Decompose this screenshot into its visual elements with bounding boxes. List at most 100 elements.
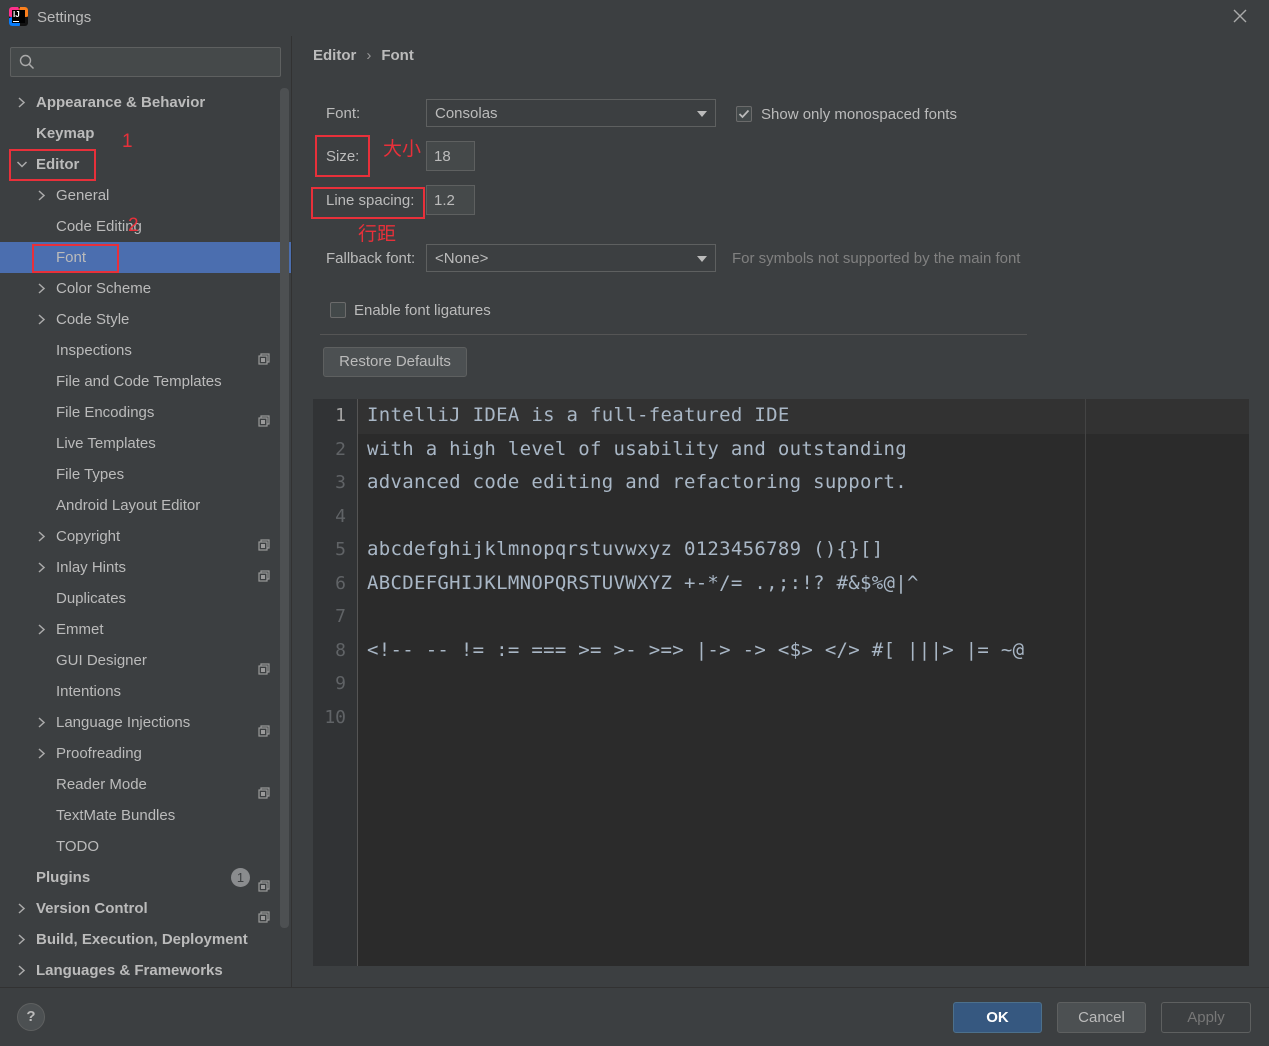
sidebar-item-file-and-code-templates[interactable]: File and Code Templates bbox=[0, 366, 291, 397]
annotation-box-editor bbox=[9, 149, 96, 181]
project-level-icon bbox=[258, 407, 270, 427]
sidebar-item-languages-frameworks[interactable]: Languages & Frameworks bbox=[0, 955, 291, 986]
sidebar-item-label: Keymap bbox=[36, 125, 95, 142]
sidebar-item-file-types[interactable]: File Types bbox=[0, 459, 291, 490]
chevron-right-icon[interactable] bbox=[16, 87, 28, 118]
sidebar-item-reader-mode[interactable]: Reader Mode bbox=[0, 769, 291, 800]
sidebar-item-file-encodings[interactable]: File Encodings bbox=[0, 397, 291, 428]
chevron-right-icon[interactable] bbox=[36, 738, 48, 769]
window-title: Settings bbox=[37, 9, 92, 26]
project-level-icon bbox=[258, 345, 270, 365]
sidebar-item-duplicates[interactable]: Duplicates bbox=[0, 583, 291, 614]
project-level-icon bbox=[258, 562, 270, 582]
sidebar-item-label: GUI Designer bbox=[56, 652, 147, 669]
project-level-icon bbox=[258, 903, 270, 923]
dialog-footer: ? OK Cancel Apply bbox=[0, 987, 1269, 1046]
preview-code-line: ABCDEFGHIJKLMNOPQRSTUVWXYZ +-*/= .,;:!? … bbox=[367, 571, 919, 594]
chevron-right-icon[interactable] bbox=[36, 521, 48, 552]
font-preview-editor[interactable]: 1 IntelliJ IDEA is a full-featured IDE 2 wi… bbox=[313, 399, 1249, 966]
chevron-right-icon[interactable] bbox=[36, 304, 48, 335]
annotation-box-size bbox=[315, 135, 370, 177]
sidebar-scrollbar[interactable] bbox=[280, 88, 289, 928]
plugins-update-badge: 1 bbox=[231, 868, 250, 887]
size-input[interactable]: 18 bbox=[426, 141, 475, 171]
project-level-icon bbox=[258, 531, 270, 551]
sidebar-item-inspections[interactable]: Inspections bbox=[0, 335, 291, 366]
sidebar-item-code-editing[interactable]: Code Editing bbox=[0, 211, 291, 242]
breadcrumb: Editor › Font bbox=[313, 47, 414, 64]
sidebar-item-label: File Types bbox=[56, 466, 125, 483]
restore-defaults-button[interactable]: Restore Defaults bbox=[323, 347, 467, 377]
sidebar-item-label: Intentions bbox=[56, 683, 122, 700]
sidebar-item-color-scheme[interactable]: Color Scheme bbox=[0, 273, 291, 304]
breadcrumb-separator: › bbox=[366, 47, 372, 64]
project-level-icon bbox=[258, 655, 270, 675]
sidebar-item-label: Live Templates bbox=[56, 435, 156, 452]
annotation-line-spacing-note: 行距 bbox=[358, 224, 397, 245]
chevron-right-icon[interactable] bbox=[36, 180, 48, 211]
cancel-button[interactable]: Cancel bbox=[1057, 1002, 1146, 1033]
line-number: 8 bbox=[335, 639, 346, 661]
chevron-right-icon[interactable] bbox=[16, 924, 28, 955]
annotation-box-line-spacing bbox=[311, 187, 425, 219]
sidebar-item-version-control[interactable]: Version Control bbox=[0, 893, 291, 924]
sidebar-item-general[interactable]: General bbox=[0, 180, 291, 211]
chevron-right-icon[interactable] bbox=[16, 893, 28, 924]
breadcrumb-current: Font bbox=[381, 47, 414, 64]
font-value: Consolas bbox=[435, 105, 498, 122]
line-number: 1 bbox=[335, 405, 346, 426]
sidebar-item-proofreading[interactable]: Proofreading bbox=[0, 738, 291, 769]
chevron-right-icon[interactable] bbox=[36, 273, 48, 304]
sidebar-item-gui-designer[interactable]: GUI Designer bbox=[0, 645, 291, 676]
sidebar-item-copyright[interactable]: Copyright bbox=[0, 521, 291, 552]
chevron-right-icon[interactable] bbox=[16, 955, 28, 986]
sidebar-item-intentions[interactable]: Intentions bbox=[0, 676, 291, 707]
chevron-right-icon[interactable] bbox=[36, 707, 48, 738]
font-label: Font: bbox=[326, 105, 361, 122]
sidebar-item-label: Version Control bbox=[36, 900, 148, 917]
sidebar-item-keymap[interactable]: Keymap bbox=[0, 118, 291, 149]
monospaced-checkbox[interactable] bbox=[736, 106, 752, 122]
sidebar-item-code-style[interactable]: Code Style bbox=[0, 304, 291, 335]
size-value: 18 bbox=[434, 148, 451, 165]
line-number: 5 bbox=[335, 539, 346, 560]
sidebar-item-label: Duplicates bbox=[56, 590, 127, 607]
sidebar-item-emmet[interactable]: Emmet bbox=[0, 614, 291, 645]
close-icon[interactable] bbox=[1230, 6, 1250, 26]
breadcrumb-parent[interactable]: Editor bbox=[313, 47, 356, 64]
ok-button[interactable]: OK bbox=[953, 1002, 1042, 1033]
sidebar-item-android-layout-editor[interactable]: Android Layout Editor bbox=[0, 490, 291, 521]
sidebar-item-build-execution-deployment[interactable]: Build, Execution, Deployment bbox=[0, 924, 291, 955]
search-icon bbox=[19, 54, 35, 70]
sidebar-item-label: Color Scheme bbox=[56, 280, 152, 297]
line-number: 2 bbox=[335, 438, 346, 460]
font-combobox[interactable]: Consolas bbox=[426, 99, 716, 127]
preview-code-line: abcdefghijklmnopqrstuvwxyz 0123456789 ()… bbox=[367, 538, 884, 560]
sidebar-item-label: Appearance & Behavior bbox=[36, 94, 206, 111]
sidebar-item-label: Language Injections bbox=[56, 714, 191, 731]
sidebar-item-appearance-behavior[interactable]: Appearance & Behavior bbox=[0, 87, 291, 118]
sidebar-item-live-templates[interactable]: Live Templates bbox=[0, 428, 291, 459]
apply-button[interactable]: Apply bbox=[1161, 1002, 1251, 1033]
fallback-font-combobox[interactable]: <None> bbox=[426, 244, 716, 272]
annotation-box-font bbox=[32, 244, 119, 273]
sidebar-item-language-injections[interactable]: Language Injections bbox=[0, 707, 291, 738]
ligatures-checkbox[interactable] bbox=[330, 302, 346, 318]
project-level-icon bbox=[258, 717, 270, 737]
settings-search-input[interactable] bbox=[10, 47, 281, 77]
sidebar-item-inlay-hints[interactable]: Inlay Hints bbox=[0, 552, 291, 583]
chevron-right-icon[interactable] bbox=[36, 614, 48, 645]
font-settings-panel: Editor › Font Font: Consolas Show only mon… bbox=[291, 36, 1269, 987]
sidebar-item-textmate-bundles[interactable]: TextMate Bundles bbox=[0, 800, 291, 831]
line-spacing-value: 1.2 bbox=[434, 192, 455, 209]
help-button[interactable]: ? bbox=[17, 1003, 45, 1031]
line-spacing-input[interactable]: 1.2 bbox=[426, 185, 475, 215]
ligatures-label[interactable]: Enable font ligatures bbox=[354, 302, 491, 319]
sidebar-item-label: Languages & Frameworks bbox=[36, 962, 223, 979]
sidebar-item-todo[interactable]: TODO bbox=[0, 831, 291, 862]
preview-code-line: advanced code editing and refactoring su… bbox=[367, 471, 907, 493]
chevron-right-icon[interactable] bbox=[36, 552, 48, 583]
chevron-down-icon bbox=[697, 111, 707, 117]
monospaced-label[interactable]: Show only monospaced fonts bbox=[761, 106, 957, 123]
chevron-down-icon bbox=[697, 256, 707, 262]
